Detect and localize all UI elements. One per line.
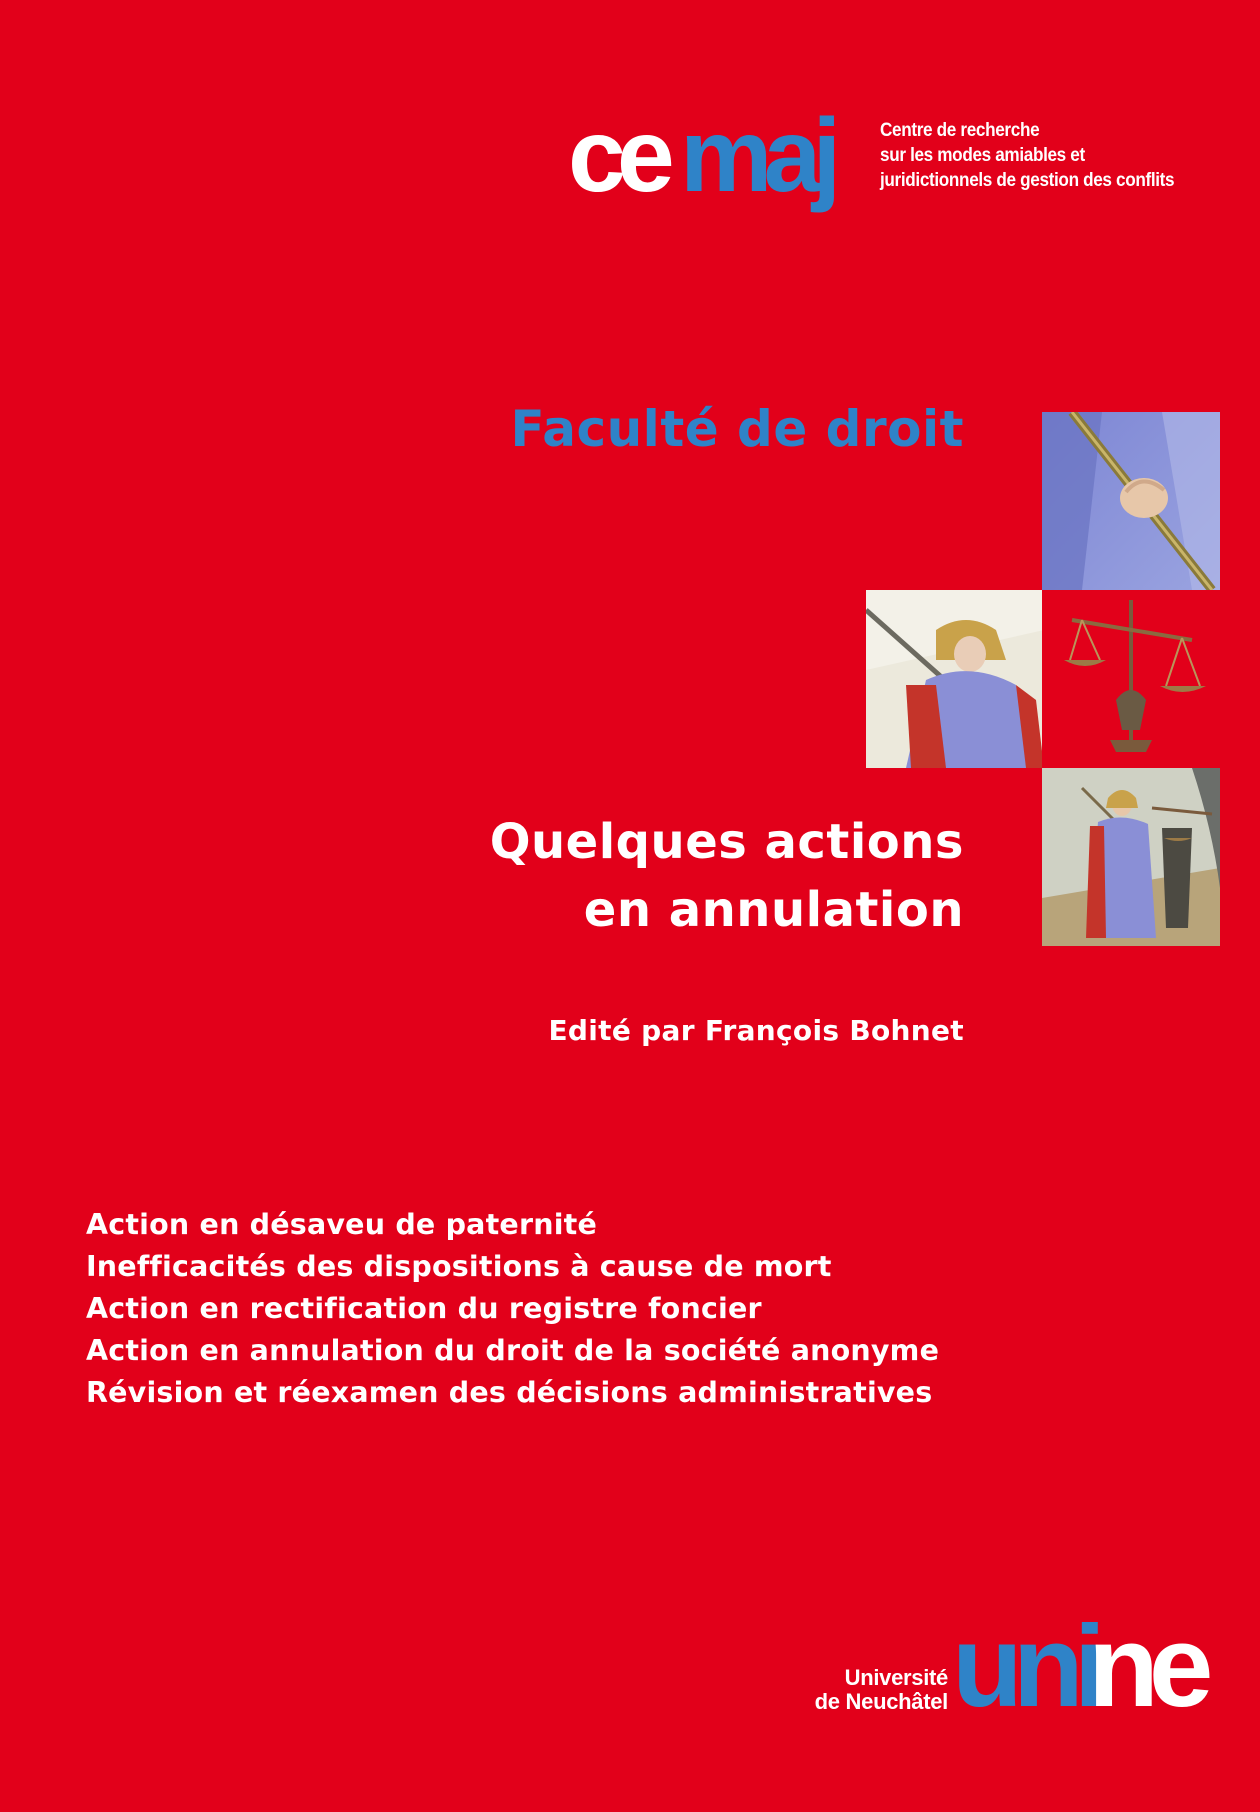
cemaj-tagline-line: juridictionnels de gestion des conflits bbox=[880, 169, 1175, 191]
university-name-line: Université bbox=[844, 1665, 949, 1690]
topics-list: Action en désaveu de paternité Inefficac… bbox=[86, 1204, 1086, 1414]
topic-item: Action en annulation du droit de la soci… bbox=[86, 1334, 940, 1367]
scales-of-justice-image bbox=[1042, 590, 1220, 768]
university-name-line: de Neuchâtel bbox=[814, 1689, 949, 1714]
university-name: Université de Neuchâtel bbox=[760, 1665, 949, 1714]
topic-item: Action en désaveu de paternité bbox=[86, 1208, 598, 1241]
cemaj-tagline-line: sur les modes amiables et bbox=[880, 144, 1085, 166]
unine-logo-white: ne bbox=[1088, 1601, 1213, 1731]
unine-logo: uni ne bbox=[952, 1608, 1222, 1724]
painting-tile-middle-right bbox=[1042, 590, 1220, 768]
book-title-line: en annulation bbox=[583, 882, 964, 938]
cemaj-logo-white: ce bbox=[568, 98, 675, 214]
faculty-heading: Faculté de droit bbox=[510, 400, 964, 458]
topic-item: Action en rectification du registre fonc… bbox=[86, 1292, 762, 1325]
cemaj-logo: ce maj bbox=[568, 86, 868, 226]
editor-credit: Edité par François Bohnet bbox=[548, 1014, 964, 1047]
painting-figure-image bbox=[866, 590, 1044, 768]
painting-robe-hand-image bbox=[1042, 412, 1220, 590]
cemaj-tagline: Centre de recherche sur les modes amiabl… bbox=[880, 118, 1206, 193]
painting-tile-middle-left bbox=[866, 590, 1044, 768]
book-title-line: Quelques actions bbox=[489, 814, 964, 870]
unine-logo-blue: uni bbox=[952, 1601, 1106, 1731]
painting-tile-bottom bbox=[1042, 768, 1220, 946]
painting-full-figure-image bbox=[1042, 768, 1220, 946]
topic-item: Inefficacités des dispositions à cause d… bbox=[86, 1250, 832, 1283]
topic-item: Révision et réexamen des décisions admin… bbox=[86, 1376, 933, 1409]
book-title: Quelques actions en annulation bbox=[300, 808, 964, 944]
cemaj-tagline-line: Centre de recherche bbox=[880, 119, 1040, 141]
cemaj-logo-blue: maj bbox=[680, 98, 841, 214]
painting-tile-top bbox=[1042, 412, 1220, 590]
